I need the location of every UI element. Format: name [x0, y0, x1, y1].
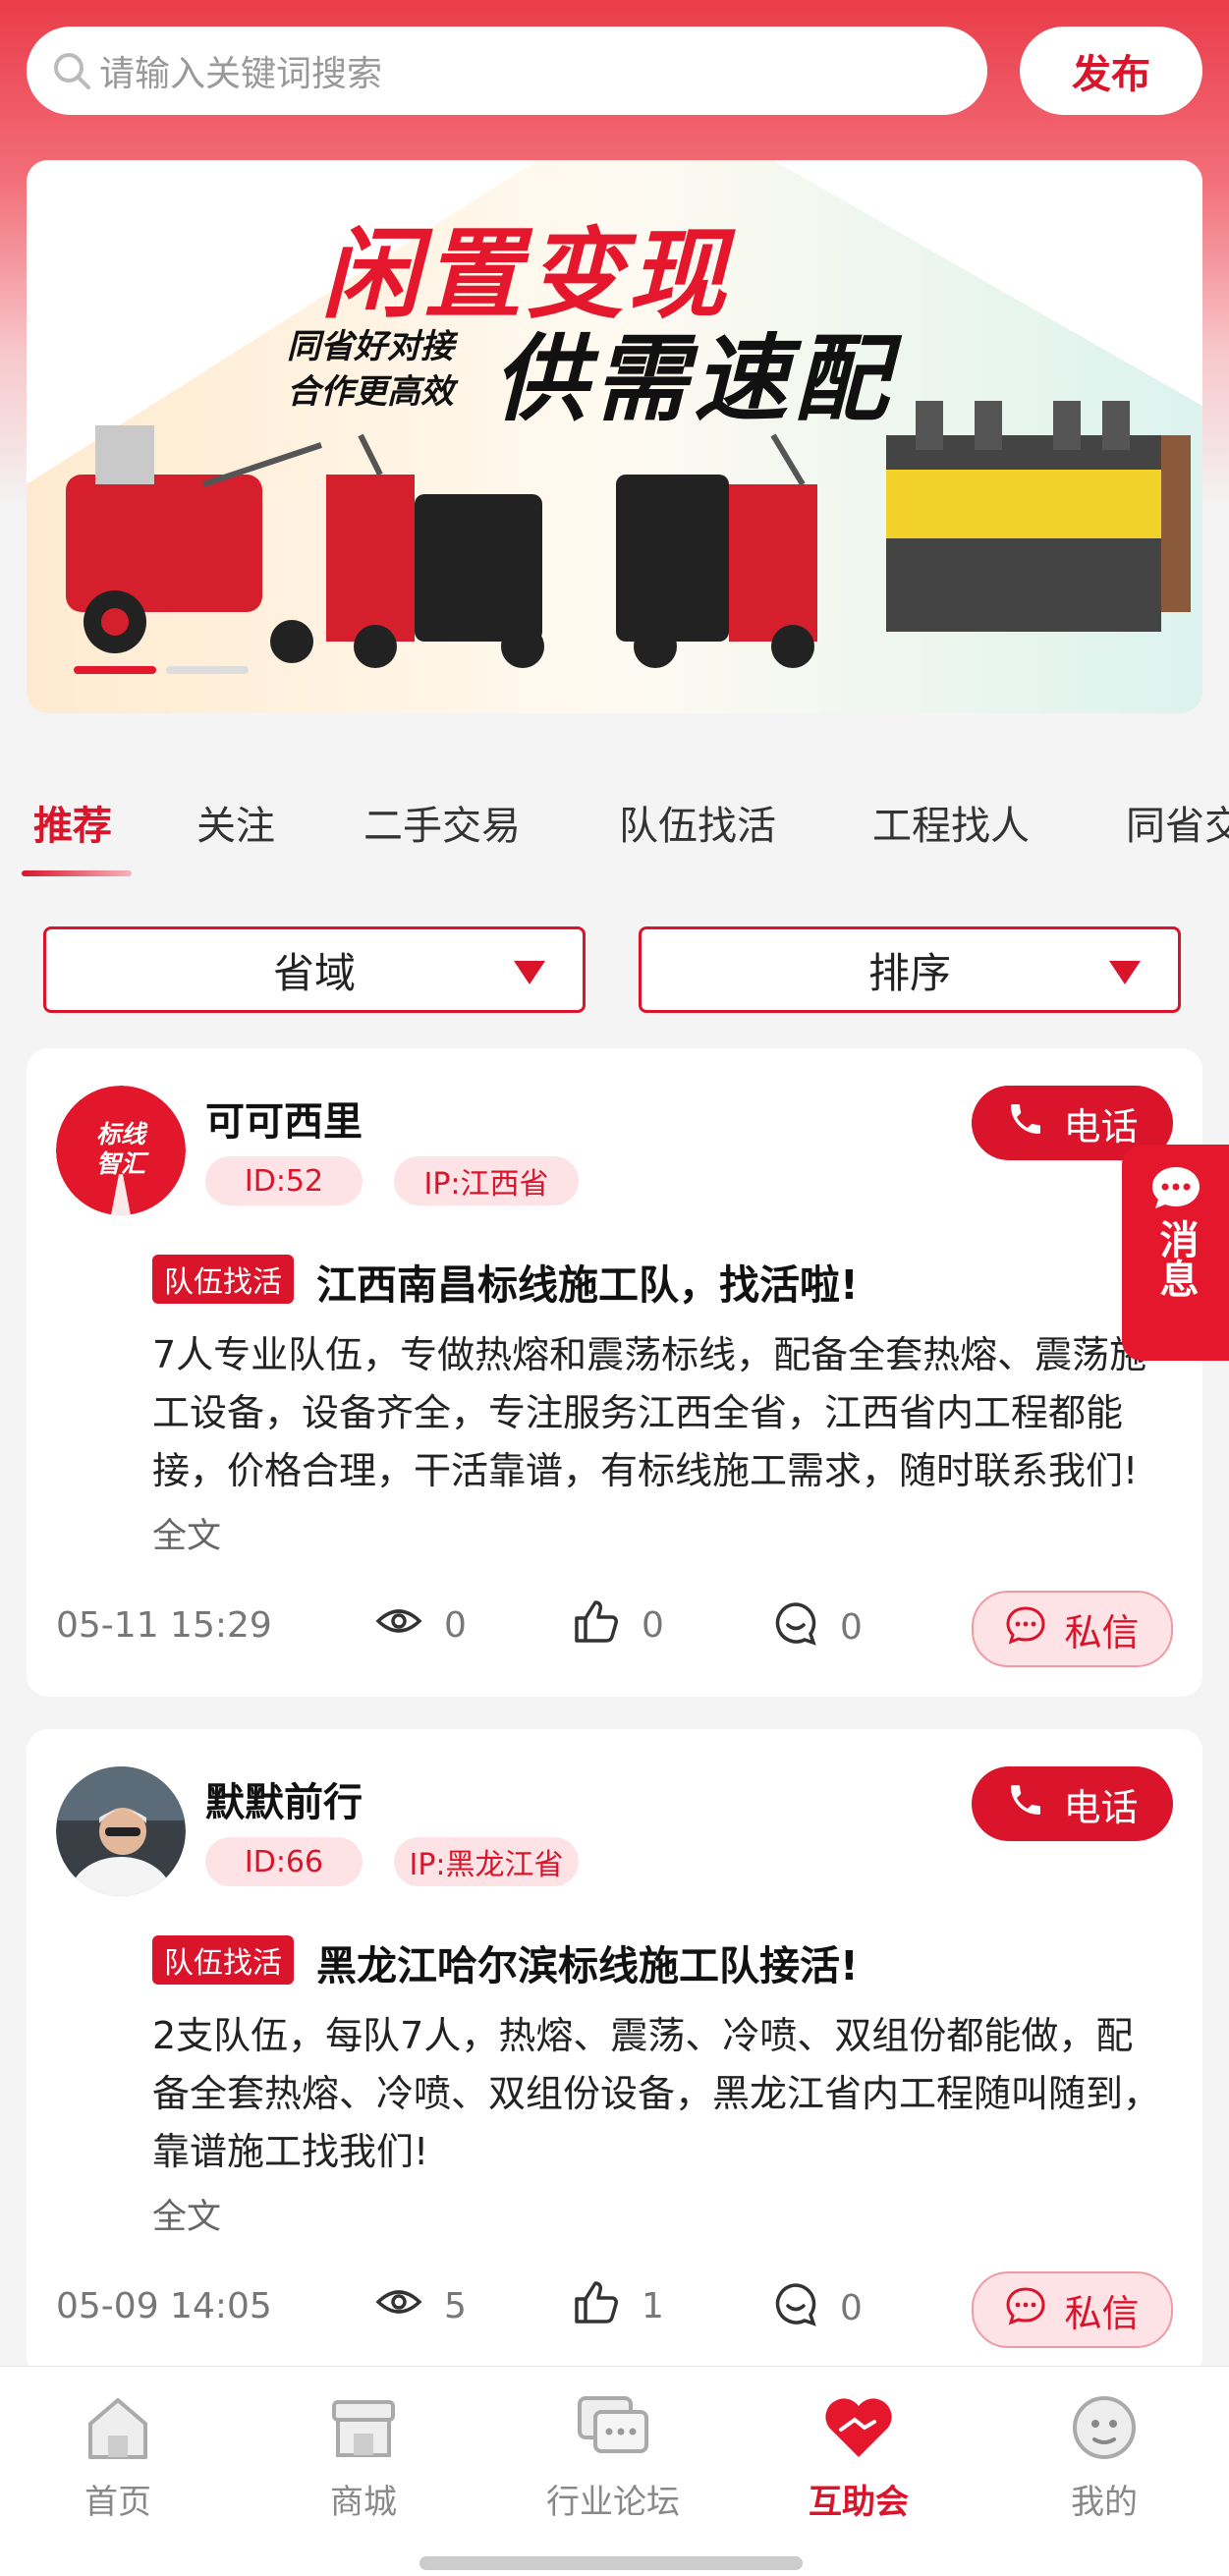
chat-bubble-icon	[1005, 2286, 1046, 2334]
private-message-label: 私信	[1064, 1610, 1140, 1654]
banner-subtitle-1: 同省好对接	[287, 327, 454, 366]
tab-follow[interactable]: 关注	[196, 794, 275, 851]
nav-store-label: 商城	[330, 2483, 397, 2522]
view-count-value: 5	[444, 2286, 467, 2326]
nav-mutual-aid[interactable]: 互助会	[760, 2388, 957, 2523]
nav-store[interactable]: 商城	[265, 2388, 462, 2523]
ip-location-badge: IP:江西省	[394, 1156, 579, 1205]
promo-banner[interactable]: 闲置变现 同省好对接 合作更高效 供需速配	[27, 160, 1202, 713]
post-body[interactable]: 2支队伍，每队7人，热熔、震荡、冷喷、双组份都能做，配备全套热熔、冷喷、双组份设…	[152, 2007, 1164, 2181]
store-icon	[324, 2388, 403, 2471]
call-button[interactable]: 电话	[972, 1766, 1173, 1841]
tab-same-province[interactable]: 同省交	[1126, 794, 1229, 851]
floating-message-label: 消息	[1152, 1219, 1199, 1298]
private-message-button[interactable]: 私信	[972, 1591, 1173, 1667]
phone-icon	[1006, 1099, 1045, 1148]
profile-icon	[1065, 2388, 1144, 2471]
thumbs-up-icon	[573, 2279, 620, 2333]
bottom-navigation: 首页 商城 行业论坛 互助会 我的	[0, 2366, 1229, 2576]
search-input[interactable]: 请输入关键词搜索	[99, 45, 382, 96]
view-count-value: 0	[444, 1605, 467, 1646]
forum-icon	[574, 2388, 652, 2471]
sort-filter[interactable]: 排序	[639, 926, 1181, 1013]
chat-bubble-icon	[1005, 1605, 1046, 1653]
tab-recommend[interactable]: 推荐	[33, 794, 112, 851]
province-filter-label: 省域	[272, 948, 356, 997]
post-time: 05-09 14:05	[56, 2286, 272, 2326]
user-id-badge: ID:52	[205, 1156, 363, 1205]
eye-icon	[375, 1605, 422, 1646]
read-full-link[interactable]: 全文	[152, 1508, 221, 1558]
eye-icon	[375, 2286, 422, 2326]
call-button-label: 电话	[1063, 1785, 1139, 1829]
avatar[interactable]	[56, 1766, 186, 1896]
message-bubble-icon	[1149, 1164, 1202, 1215]
username[interactable]: 可可西里	[205, 1090, 363, 1147]
comment-count-value: 0	[840, 2288, 863, 2328]
ip-location-badge: IP:黑龙江省	[394, 1837, 579, 1886]
banner-slogan: 供需速配	[493, 324, 894, 434]
comment-count[interactable]: 0	[773, 1600, 863, 1654]
carousel-indicator	[74, 666, 249, 674]
post-title[interactable]: 黑龙江哈尔滨标线施工队接活!	[316, 1932, 859, 1991]
tab-team-find-work[interactable]: 队伍找活	[619, 794, 776, 851]
category-tag: 队伍找活	[152, 1935, 294, 1985]
nav-profile-label: 我的	[1071, 2483, 1138, 2522]
search-icon	[50, 49, 93, 92]
view-count: 0	[375, 1605, 467, 1646]
like-count-value: 0	[642, 1605, 664, 1646]
post-card[interactable]: 标线 智汇 可可西里 ID:52 IP:江西省 电话 队伍找活 江西南昌标线施工…	[27, 1048, 1202, 1697]
comment-icon	[773, 2281, 818, 2335]
nav-mutual-aid-label: 互助会	[809, 2483, 909, 2522]
home-indicator[interactable]	[419, 2556, 803, 2570]
tab-active-underline	[22, 870, 132, 876]
call-button-label: 电话	[1063, 1104, 1139, 1148]
user-id-badge: ID:66	[205, 1837, 363, 1886]
avatar[interactable]: 标线 智汇	[56, 1086, 186, 1215]
banner-subtitle-2: 合作更高效	[287, 372, 454, 412]
like-count[interactable]: 1	[573, 2279, 664, 2333]
category-tag: 队伍找活	[152, 1255, 294, 1304]
post-body[interactable]: 7人专业队伍，专做热熔和震荡标线，配备全套热熔、震荡施工设备，设备齐全，专注服务…	[152, 1326, 1164, 1500]
post-title[interactable]: 江西南昌标线施工队，找活啦!	[316, 1252, 859, 1311]
post-card[interactable]: 默默前行 ID:66 IP:黑龙江省 电话 队伍找活 黑龙江哈尔滨标线施工队接活…	[27, 1729, 1202, 2378]
like-count-value: 1	[642, 2286, 664, 2326]
private-message-button[interactable]: 私信	[972, 2271, 1173, 2348]
private-message-label: 私信	[1064, 2291, 1140, 2335]
phone-icon	[1006, 1780, 1045, 1828]
tab-secondhand[interactable]: 二手交易	[363, 794, 521, 851]
search-bar[interactable]: 请输入关键词搜索	[27, 27, 987, 115]
handshake-heart-icon	[819, 2388, 898, 2471]
nav-profile[interactable]: 我的	[1006, 2388, 1202, 2523]
tab-project-find-people[interactable]: 工程找人	[872, 794, 1030, 851]
read-full-link[interactable]: 全文	[152, 2189, 221, 2239]
comment-count-value: 0	[840, 1607, 863, 1648]
thumbs-up-icon	[573, 1598, 620, 1652]
nav-home-label: 首页	[84, 2483, 151, 2522]
comment-icon	[773, 1600, 818, 1654]
floating-message-button[interactable]: 消息	[1122, 1145, 1229, 1361]
nav-forum-label: 行业论坛	[546, 2483, 680, 2522]
nav-home[interactable]: 首页	[20, 2388, 216, 2523]
category-tabs: 推荐 关注 二手交易 队伍找活 工程找人 同省交	[0, 776, 1229, 884]
dropdown-triangle-icon	[1109, 961, 1141, 984]
avatar-text-2: 智汇	[96, 1149, 149, 1178]
view-count: 5	[375, 2286, 467, 2326]
publish-button[interactable]: 发布	[1020, 27, 1202, 115]
comment-count[interactable]: 0	[773, 2281, 863, 2335]
machine-4	[886, 401, 1191, 632]
post-time: 05-11 15:29	[56, 1605, 272, 1646]
nav-forum[interactable]: 行业论坛	[515, 2388, 711, 2523]
sort-filter-label: 排序	[867, 948, 951, 997]
carousel-dot-active	[74, 666, 156, 674]
like-count[interactable]: 0	[573, 1598, 664, 1652]
province-filter[interactable]: 省域	[43, 926, 586, 1013]
carousel-dot	[166, 666, 249, 674]
dropdown-triangle-icon	[514, 961, 545, 984]
username[interactable]: 默默前行	[205, 1770, 363, 1827]
avatar-text-1: 标线	[96, 1120, 148, 1148]
home-icon	[79, 2388, 157, 2471]
